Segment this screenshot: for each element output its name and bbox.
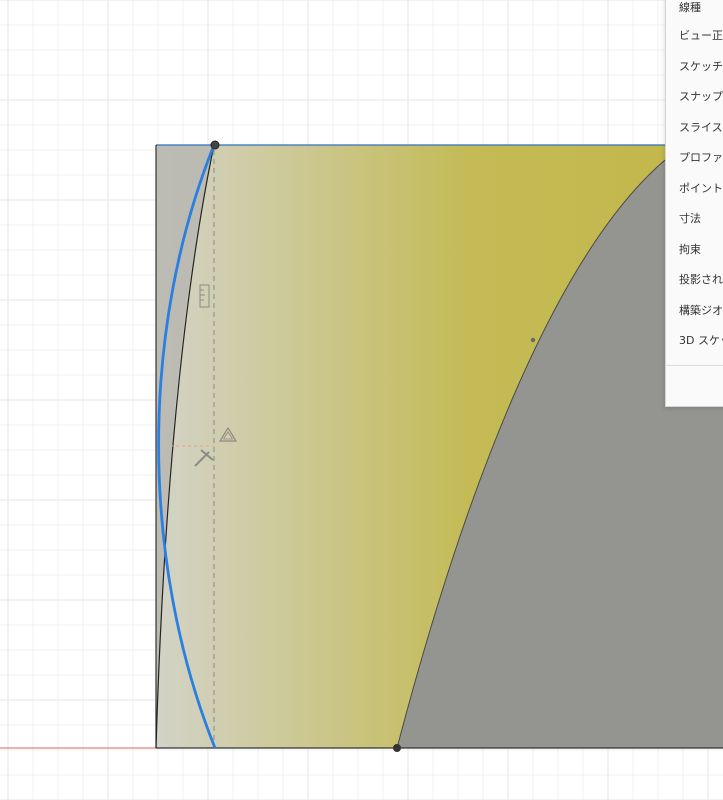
menu-item-slice[interactable]: スライス: [666, 113, 723, 144]
menu-divider: [666, 364, 723, 366]
menu-item-sketch-grid[interactable]: スケッチ グ: [666, 52, 723, 83]
menu-item-constraint[interactable]: 拘束: [666, 235, 723, 266]
menu-item-3d-sketch[interactable]: 3D スケッチ: [666, 326, 723, 357]
menu-item-snap[interactable]: スナップ: [666, 82, 723, 113]
menu-item-point-count[interactable]: ポイント数: [666, 174, 723, 205]
sketch-canvas[interactable]: [0, 0, 723, 800]
menu-item-view-front[interactable]: ビュー正面: [666, 21, 723, 52]
bottom-sketch-point[interactable]: [393, 744, 401, 752]
menu-item-projected[interactable]: 投影された: [666, 265, 723, 296]
menu-item-dimension[interactable]: 寸法: [666, 204, 723, 235]
context-menu: 線種 ビュー正面 スケッチ グ スナップ スライス プロファイル ポイント数 寸…: [665, 0, 723, 407]
mid-sketch-point[interactable]: [530, 337, 536, 343]
top-sketch-point[interactable]: [210, 140, 220, 150]
menu-item-linetype[interactable]: 線種: [666, 0, 723, 21]
menu-item-construction-geometry[interactable]: 構築ジオメ: [666, 296, 723, 327]
menu-item-profile[interactable]: プロファイル: [666, 143, 723, 174]
